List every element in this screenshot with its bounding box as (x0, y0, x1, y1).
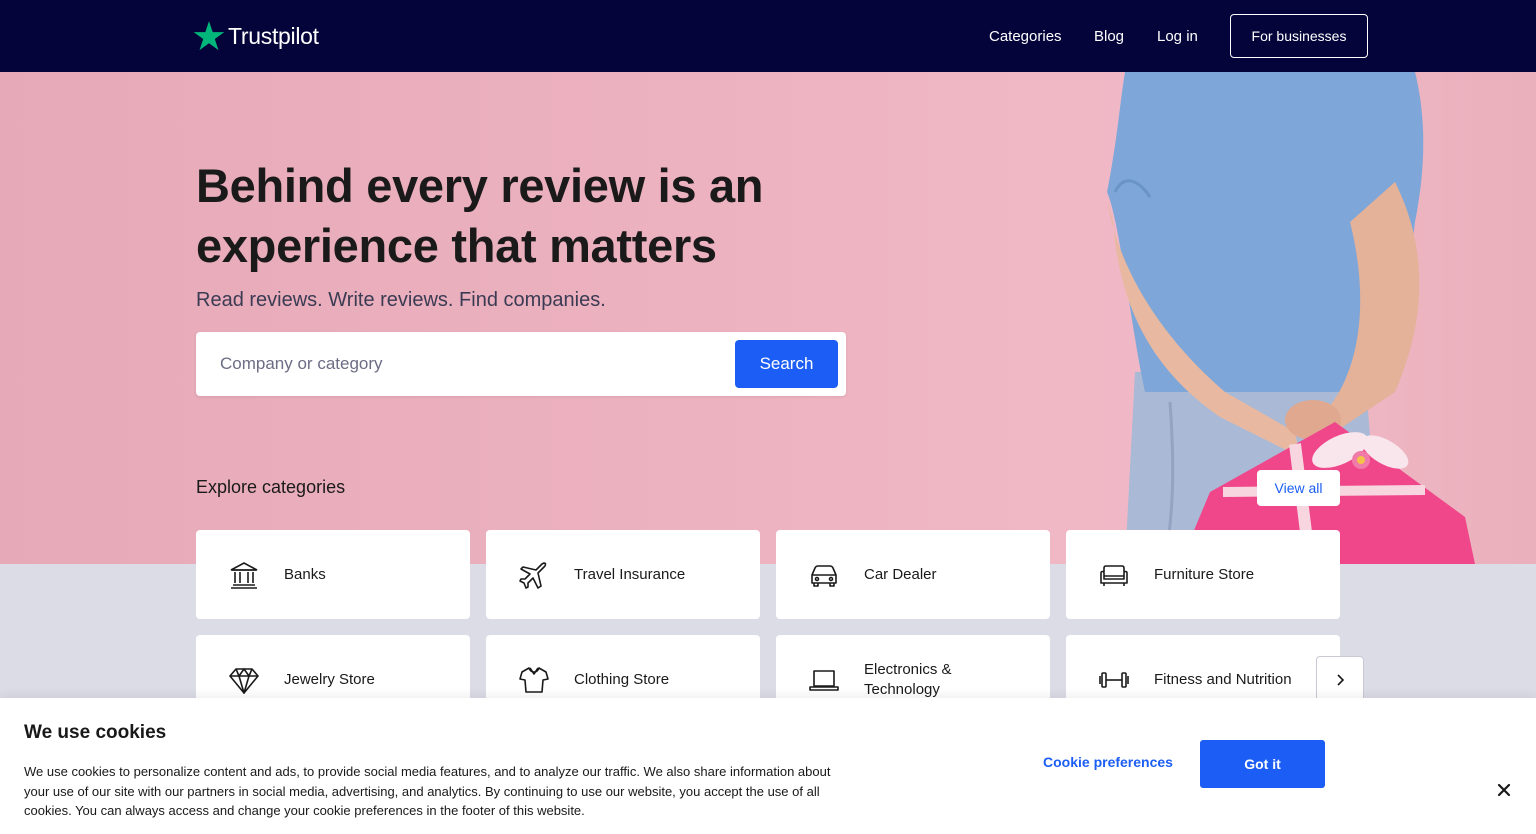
laptop-icon (809, 670, 839, 691)
shirt-icon (519, 667, 549, 693)
for-businesses-button[interactable]: For businesses (1230, 14, 1368, 58)
nav-link-categories[interactable]: Categories (989, 0, 1062, 72)
nav-link-login[interactable]: Log in (1157, 0, 1198, 72)
category-label: Furniture Store (1154, 565, 1255, 583)
search-input[interactable] (196, 332, 726, 396)
category-label: Clothing Store (574, 670, 670, 688)
category-card-travel-insurance[interactable]: Travel Insurance (486, 530, 760, 619)
sofa-icon (1100, 565, 1128, 586)
hero-subheadline: Read reviews. Write reviews. Find compan… (196, 289, 606, 311)
chevron-right-icon (1337, 674, 1345, 686)
category-card-banks[interactable]: Banks (196, 530, 470, 619)
cookie-banner: We use cookies We use cookies to persona… (0, 698, 1536, 834)
top-navigation-bar: Trustpilot Categories Blog Log in For bu… (0, 0, 1536, 72)
hero-section: Behind every review is an experience tha… (0, 72, 1536, 564)
nav-link-blog[interactable]: Blog (1094, 0, 1124, 72)
category-label: Electronics & Technology (864, 660, 952, 698)
category-label: Banks (284, 565, 326, 583)
cookie-banner-title: We use cookies (24, 722, 167, 743)
star-icon (193, 21, 225, 51)
accept-cookies-button[interactable]: Got it (1200, 740, 1325, 788)
search-button[interactable]: Search (735, 340, 838, 388)
cookie-preferences-link[interactable]: Cookie preferences (1043, 754, 1173, 770)
brand-name: Trustpilot (228, 22, 319, 49)
car-icon (811, 565, 837, 587)
close-icon[interactable] (1494, 780, 1514, 800)
cookie-banner-text: We use cookies to personalize content an… (24, 764, 831, 818)
category-card-furniture-store[interactable]: Furniture Store (1066, 530, 1340, 619)
category-label: Jewelry Store (284, 670, 375, 688)
airplane-icon (519, 562, 547, 589)
hero-headline: Behind every review is an experience tha… (196, 159, 764, 272)
diamond-icon (229, 668, 259, 694)
trustpilot-logo[interactable]: Trustpilot (192, 18, 319, 54)
category-card-car-dealer[interactable]: Car Dealer (776, 530, 1050, 619)
dumbbell-icon (1099, 672, 1129, 688)
category-label: Car Dealer (864, 565, 937, 583)
view-all-button[interactable]: View all (1257, 470, 1340, 506)
categories-next-button[interactable] (1316, 656, 1364, 704)
bank-icon (230, 562, 258, 589)
search-bar: Search (196, 332, 846, 396)
category-label: Fitness and Nutrition (1154, 670, 1292, 688)
explore-categories-heading: Explore categories (196, 477, 346, 497)
category-label: Travel Insurance (574, 565, 686, 583)
